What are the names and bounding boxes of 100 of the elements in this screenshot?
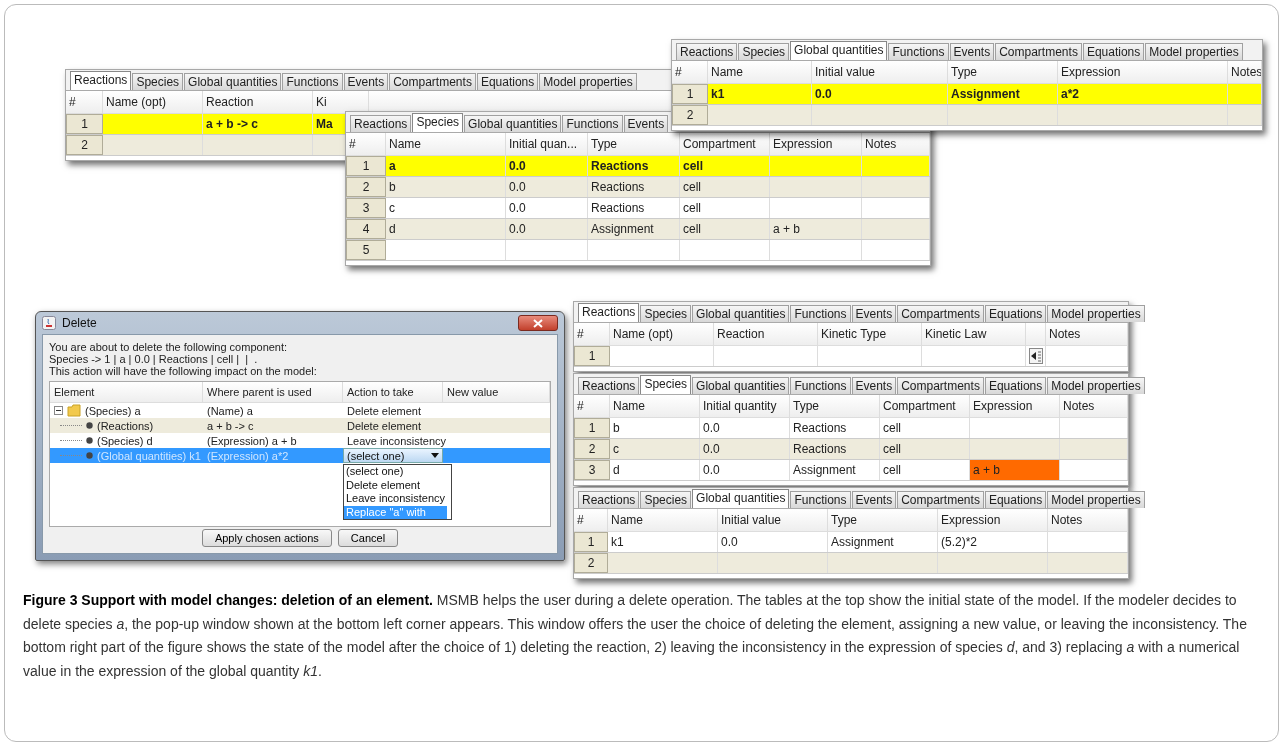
- table-cell: cell: [680, 177, 770, 197]
- table-cell: b: [386, 177, 506, 197]
- dropdown-option[interactable]: (select one): [344, 465, 448, 479]
- tab[interactable]: Model properties: [1047, 305, 1145, 322]
- bullet-icon: [86, 452, 93, 459]
- column-header: #: [574, 509, 608, 531]
- tab[interactable]: Events: [343, 73, 389, 90]
- tab[interactable]: Reactions: [350, 115, 412, 132]
- column-header: Reaction: [203, 91, 313, 113]
- tab[interactable]: Model properties: [1145, 43, 1243, 60]
- tab[interactable]: Functions: [282, 73, 343, 90]
- table-cell: a*2: [1058, 84, 1228, 104]
- column-header: Notes: [1228, 61, 1262, 83]
- column-header: Reaction: [714, 323, 818, 345]
- tree-item-label: (Species) a: [85, 404, 141, 417]
- tab[interactable]: Reactions: [578, 377, 640, 394]
- tree-row[interactable]: (Species) d (Expression) a + b Leave inconsistency: [50, 433, 550, 448]
- tab[interactable]: Species: [738, 43, 790, 60]
- tab[interactable]: Functions: [562, 115, 623, 132]
- column-header: Initial quan...: [506, 133, 588, 155]
- tab[interactable]: Events: [623, 115, 669, 132]
- column-header: Type: [790, 395, 880, 417]
- tab[interactable]: Equations: [1082, 43, 1145, 60]
- tab[interactable]: Global quantities: [692, 489, 790, 508]
- collapse-icon[interactable]: [54, 406, 63, 415]
- tab[interactable]: Compartments: [995, 43, 1082, 60]
- tab[interactable]: Equations: [476, 73, 539, 90]
- apply-button[interactable]: Apply chosen actions: [201, 529, 332, 547]
- column-header: New value: [443, 382, 550, 402]
- tab[interactable]: Equations: [984, 491, 1047, 508]
- tab[interactable]: Reactions: [578, 491, 640, 508]
- tab[interactable]: Reactions: [70, 71, 132, 90]
- row-number: 3: [574, 460, 610, 480]
- table-cell: 0.0: [700, 439, 790, 459]
- column-header: Type: [828, 509, 938, 531]
- column-header: Initial value: [812, 61, 948, 83]
- tab[interactable]: Model properties: [539, 73, 637, 90]
- column-header: #: [574, 323, 610, 345]
- table-cell: cell: [680, 219, 770, 239]
- tab[interactable]: Functions: [790, 305, 851, 322]
- app-icon: [42, 316, 56, 330]
- tab[interactable]: Events: [851, 305, 897, 322]
- column-header: Notes: [862, 133, 930, 155]
- row-number: 2: [672, 105, 708, 125]
- tab[interactable]: Equations: [984, 305, 1047, 322]
- tree-row[interactable]: (Species) a (Name) a Delete element: [50, 403, 550, 418]
- close-button[interactable]: [518, 315, 558, 331]
- tab[interactable]: Global quantities: [790, 41, 888, 60]
- dropdown-option[interactable]: Leave inconsistency: [344, 492, 448, 506]
- tab[interactable]: Compartments: [897, 377, 984, 394]
- column-header: Expression: [770, 133, 862, 155]
- row-number: 5: [346, 240, 386, 260]
- window-title: Delete: [62, 316, 97, 330]
- tab[interactable]: Functions: [790, 491, 851, 508]
- tab[interactable]: Global quantities: [692, 377, 790, 394]
- tab[interactable]: Events: [851, 377, 897, 394]
- table-cell-text: a + b -> c: [206, 419, 255, 432]
- tab[interactable]: Compartments: [897, 491, 984, 508]
- table-cell: Assignment: [588, 219, 680, 239]
- column-header: Notes: [1046, 323, 1128, 345]
- bullet-icon: [86, 437, 93, 444]
- dropdown[interactable]: (select one): [343, 448, 443, 463]
- row-number: 1: [66, 114, 103, 134]
- table-cell-text: (Expression) a + b: [206, 434, 298, 447]
- tab[interactable]: Species: [640, 305, 692, 322]
- tab[interactable]: Reactions: [676, 43, 738, 60]
- dropdown-option[interactable]: Delete element: [344, 478, 448, 492]
- column-header: Notes: [1060, 395, 1128, 417]
- tab[interactable]: Global quantities: [464, 115, 562, 132]
- column-header: Compartment: [880, 395, 970, 417]
- table-cell: 0.0: [506, 198, 588, 218]
- tab[interactable]: Model properties: [1047, 491, 1145, 508]
- tab[interactable]: Compartments: [389, 73, 476, 90]
- tree-row[interactable]: (Reactions) a + b -> c Delete element: [50, 418, 550, 433]
- tab[interactable]: Equations: [984, 377, 1047, 394]
- tab[interactable]: Species: [640, 375, 692, 394]
- column-header: #: [672, 61, 708, 83]
- figure-caption: Figure 3 Support with model changes: deletion of an element. MSMB helps the user during a delete operation. The tables at the top show the initial state of the model. If the modeler decides to delete species a, the pop-up window shown at the bottom left corner appears. This window offers the user the choice of deleting the element, assigning a new value, or leaving the inconsistency. The bottom right part of the figure shows the state of the model after the choice of 1) deleting the reaction, 2) leaving the inconsistency in the expression of species d, and 3) replacing a with a numerical value in the expression of the global quantity k1.: [23, 591, 1248, 681]
- tab[interactable]: Global quantities: [184, 73, 282, 90]
- tab[interactable]: Functions: [888, 43, 949, 60]
- tab[interactable]: Species: [132, 73, 184, 90]
- tab[interactable]: Global quantities: [692, 305, 790, 322]
- column-header: Expression: [1058, 61, 1228, 83]
- table-cell: 0.0: [718, 532, 828, 552]
- tab[interactable]: Reactions: [578, 303, 640, 322]
- tab[interactable]: Events: [949, 43, 995, 60]
- editor-icon[interactable]: [1028, 348, 1043, 364]
- table-cell: Reactions: [588, 198, 680, 218]
- row-number: 2: [574, 553, 608, 573]
- table-cell: cell: [880, 439, 970, 459]
- tab[interactable]: Model properties: [1047, 377, 1145, 394]
- table-cell: (5.2)*2: [938, 532, 1048, 552]
- cancel-button[interactable]: Cancel: [337, 529, 399, 547]
- tab[interactable]: Species: [412, 113, 464, 132]
- tab[interactable]: Events: [851, 491, 897, 508]
- table-cell: 0.0: [812, 84, 948, 104]
- tab[interactable]: Species: [640, 491, 692, 508]
- tab[interactable]: Compartments: [897, 305, 984, 322]
- tab[interactable]: Functions: [790, 377, 851, 394]
- column-header: Compartment: [680, 133, 770, 155]
